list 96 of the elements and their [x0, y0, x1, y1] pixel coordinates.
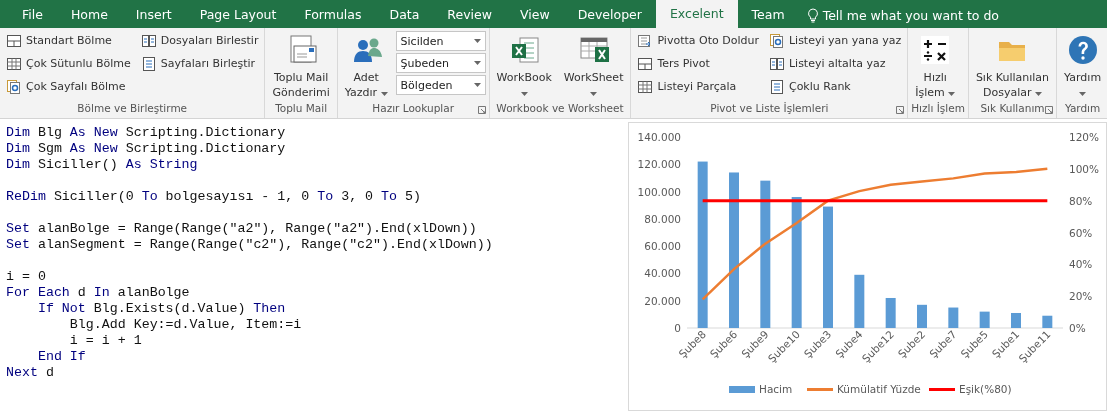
ribbon-button[interactable]: Yardım	[1060, 30, 1106, 102]
axis-label: 120.000	[637, 158, 681, 171]
ribbon-button[interactable]: Çoklu Rank	[765, 76, 905, 97]
ribbon-button[interactable]: Sık Kullanılan Dosyalar	[971, 30, 1054, 102]
document-icon	[140, 55, 157, 72]
ribbon-button[interactable]: Listeyi altalta yaz	[765, 53, 905, 74]
ribbon-tab[interactable]: Data	[375, 2, 434, 28]
merge-icon	[140, 32, 157, 49]
legend-line	[807, 388, 833, 391]
ribbon-button[interactable]: Ters Pivot	[634, 53, 762, 74]
table-icon	[6, 55, 22, 72]
group-label: Sık Kullanım	[980, 102, 1045, 116]
dialog-launcher-icon[interactable]	[477, 106, 486, 114]
group-label: Pivot ve Liste İşlemleri	[710, 102, 829, 116]
combo-box[interactable]: Şubeden	[395, 53, 486, 73]
axis-label: 0%	[1069, 322, 1086, 334]
legend-swatch	[729, 386, 755, 393]
axis-label: 0	[674, 322, 681, 334]
ribbon-button[interactable]: Dosyaları Birlestir	[137, 30, 262, 51]
code-line: Set alanBolge = Range(Range("a2"), Range("a2").End(xlDown))	[6, 221, 478, 237]
code-line: End If	[36, 349, 87, 365]
ribbon-tab[interactable]: Review	[433, 2, 506, 28]
legend-label: Eşik(%80)	[959, 383, 1012, 395]
code-line: Dim Sgm As New Scripting.Dictionary	[6, 141, 287, 157]
bar	[1011, 313, 1021, 328]
tell-me-search[interactable]: Tell me what you want to do	[822, 7, 999, 23]
ribbon-tab[interactable]: Team	[737, 2, 799, 28]
axis-label: 60.000	[644, 240, 681, 253]
legend-label: Hacim	[759, 383, 793, 395]
combo-box[interactable]: Bölgeden	[395, 75, 486, 95]
ribbon-tab[interactable]: Excelent	[655, 0, 738, 28]
group-label: Bölme ve Birleştirme	[77, 102, 188, 116]
ribbon-button[interactable]: Toplu Mail Gönderimi	[268, 30, 334, 102]
code-line: For Each d In alanBolge	[6, 285, 191, 301]
ribbon-button[interactable]: Hızlı İşlem	[911, 30, 960, 102]
dropdown-arrow-icon	[473, 83, 481, 87]
ribbon-tab[interactable]: File	[8, 2, 57, 28]
ribbon-tab[interactable]: Page Layout	[185, 2, 291, 28]
ribbon-button[interactable]: Çok Sütunlu Bölme	[3, 53, 134, 74]
ribbon-tab[interactable]: View	[505, 2, 564, 28]
ribbon-button[interactable]: Çok Sayfalı Bölme	[3, 76, 134, 97]
group-label: Toplu Mail	[275, 102, 328, 116]
axis-label: 100%	[1069, 162, 1100, 175]
combo-box[interactable]: Sicilden	[395, 31, 486, 51]
code-line: ReDim Siciller(0 To bolgesayısı - 1, 0 To 3, 0 To 5)	[6, 189, 422, 205]
ribbon-tab[interactable]: Insert	[121, 2, 186, 28]
help-icon	[1066, 34, 1099, 66]
dialog-launcher-icon[interactable]	[896, 106, 905, 114]
ribbon-tab[interactable]: Formulas	[290, 2, 376, 28]
group-label: Workbook ve Worksheet	[496, 102, 624, 116]
code-line: Next d	[6, 365, 55, 381]
axis-label: 20%	[1069, 290, 1093, 303]
bar	[885, 298, 896, 328]
group-label: Hızlı İşlem	[911, 102, 965, 116]
legend-line	[929, 388, 955, 391]
lightbulb-icon	[806, 7, 819, 23]
pages-search-icon	[6, 78, 22, 95]
ribbon-button[interactable]: Listeyi yan yana yaz	[765, 30, 905, 51]
axis-label: 140.000	[637, 131, 681, 143]
code-line: i = 0	[6, 269, 47, 285]
axis-label: 20.000	[644, 294, 681, 307]
ribbon-button[interactable]: WorkSheet	[559, 30, 628, 102]
bar	[854, 274, 865, 328]
axis-label: 60%	[1069, 226, 1093, 239]
dropdown-arrow-icon	[473, 39, 481, 43]
ribbon-button[interactable]: Pivotta Oto Doldur	[634, 30, 762, 51]
ribbon-tab[interactable]: Home	[56, 2, 122, 28]
axis-label: 40.000	[644, 267, 681, 280]
ribbon-button[interactable]: Sayfaları Birleştir	[137, 53, 262, 74]
math-operators-icon	[919, 34, 952, 66]
code-line: Set alanSegment = Range(Range("c2"), Range("c2").End(xlDown))	[6, 237, 494, 253]
ribbon-button[interactable]: WorkBook	[492, 30, 556, 102]
bar	[948, 307, 959, 328]
ribbon-button[interactable]: Adet Yazdır	[340, 30, 392, 102]
axis-label: 40%	[1069, 258, 1093, 271]
axis-label: 100.000	[637, 185, 681, 198]
bar	[979, 311, 990, 328]
code-line: i = i + 1	[68, 333, 143, 349]
ribbon-button[interactable]: Standart Bölme	[3, 30, 134, 51]
code-line: Dim Siciller() As String	[6, 157, 199, 173]
dropdown-arrow-icon	[473, 61, 481, 65]
code-line: Blg.Add Key:=d.Value, Item:=i	[68, 317, 303, 333]
split-icon	[6, 32, 22, 49]
legend-label: Kümülatif Yüzde	[837, 383, 921, 395]
axis-label: 80.000	[644, 212, 681, 225]
ribbon-tab[interactable]: Developer	[563, 2, 656, 28]
code-line: Dim Blg As New Scripting.Dictionary	[6, 125, 287, 141]
group-label: Yardım	[1064, 102, 1101, 116]
group-label: Hazır Lookuplar	[372, 102, 454, 116]
axis-label: 80%	[1069, 194, 1093, 207]
bar	[1042, 315, 1053, 328]
ribbon-button[interactable]: Listeyi Parçala	[634, 76, 762, 97]
code-line: If Not Blg.Exists(d.Value) Then	[36, 301, 287, 317]
bar	[917, 304, 927, 328]
axis-label: 120%	[1069, 131, 1100, 143]
dialog-launcher-icon[interactable]	[1045, 106, 1054, 114]
